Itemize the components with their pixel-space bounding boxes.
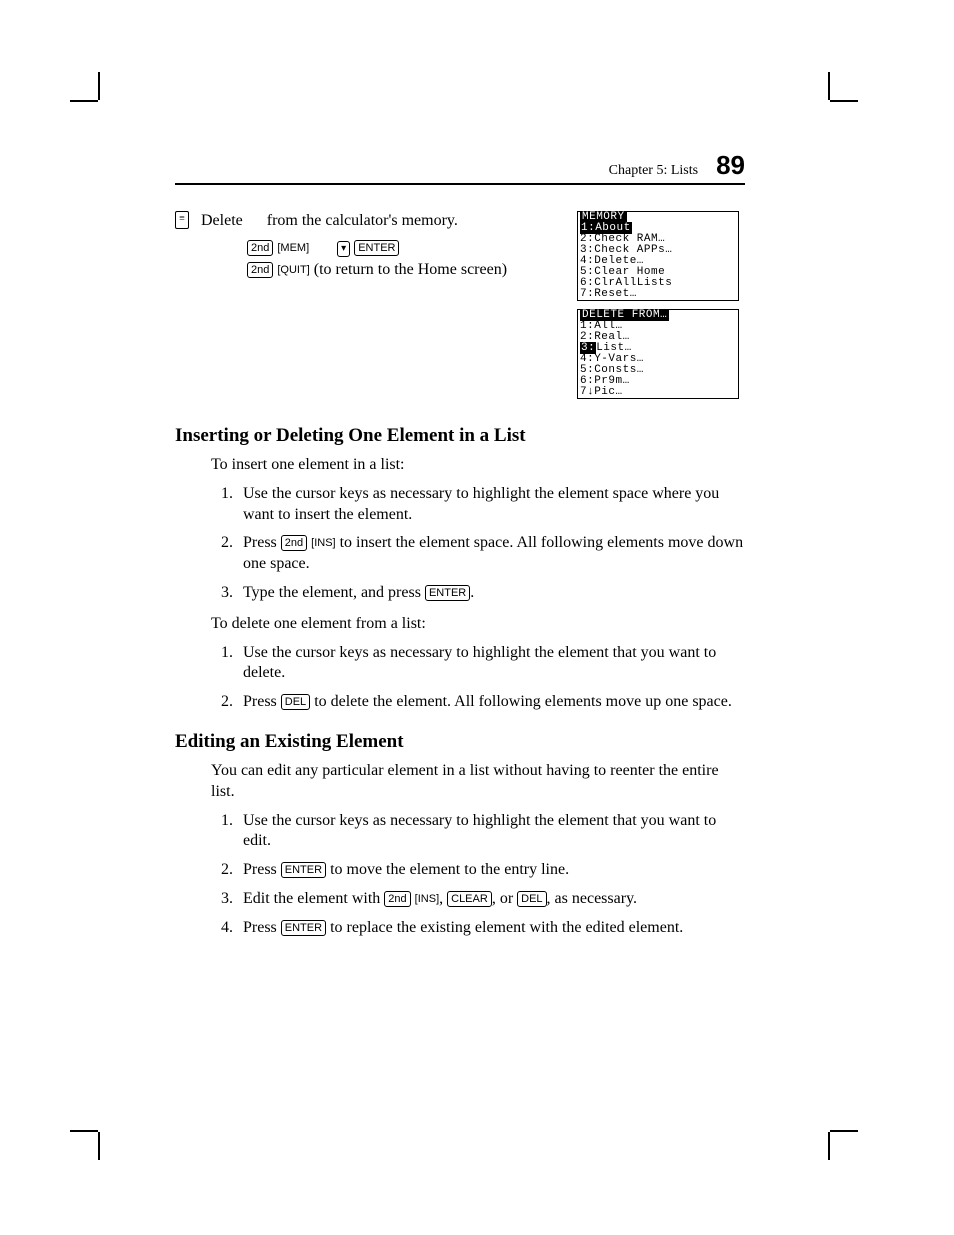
fn-ins: [INS] [311,537,335,549]
text: Use the cursor keys as necessary to high… [243,485,719,523]
screen-delete-from: DELETE FROM…1:All…2:Real…3:List…4:Y-Vars… [577,309,739,399]
list-item: Press 2nd [INS] to insert the element sp… [237,533,745,575]
top-block: Delete from the calculator's memory. 2nd… [175,211,745,407]
insert-lead: To insert one element in a list: [211,455,745,476]
text: Use the cursor keys as necessary to high… [243,812,716,850]
screen-memory: MEMORY1:About2:Check RAM…3:Check APPs…4:… [577,211,739,301]
text: , [439,890,447,907]
list-item: Press ENTER to move the element to the e… [237,860,745,881]
list-item: Press ENTER to replace the existing elem… [237,918,745,939]
crop-mark [70,100,98,102]
text: Press [243,919,281,936]
fn-mem: [MEM] [277,242,309,254]
delete-instruction: Delete from the calculator's memory. [201,211,461,231]
key-2nd: 2nd [247,240,273,256]
crop-mark [98,1132,100,1160]
heading-editing: Editing an Existing Element [175,731,745,753]
calculator-screens: MEMORY1:About2:Check RAM…3:Check APPs…4:… [577,211,745,407]
text: , as necessary. [547,890,637,907]
key-enter: ENTER [281,920,326,936]
crop-mark [830,100,858,102]
delete-steps: Use the cursor keys as necessary to high… [211,643,745,713]
text: Press [243,693,281,710]
list-item: Press DEL to delete the element. All fol… [237,692,745,713]
edit-lead: You can edit any particular element in a… [211,761,745,803]
crop-mark [70,1130,98,1132]
key-2nd: 2nd [247,262,273,278]
edit-steps: Use the cursor keys as necessary to high… [211,811,745,939]
key-clear: CLEAR [447,891,492,907]
text: Use the cursor keys as necessary to high… [243,644,716,682]
key-sequence-2: 2nd [QUIT] (to return to the Home screen… [247,259,565,281]
top-left-column: Delete from the calculator's memory. 2nd… [175,211,577,280]
section-insert: To insert one element in a list: Use the… [211,455,745,713]
text: to move the element to the entry line. [326,861,569,878]
key-sequence-1: 2nd [MEM] ▾ ENTER [247,237,565,259]
fn-ins: [INS] [415,893,439,905]
text: . [470,584,474,601]
list-item: Use the cursor keys as necessary to high… [237,484,745,526]
list-item: Type the element, and press ENTER. [237,583,745,604]
text: Edit the element with [243,890,384,907]
key-enter: ENTER [425,585,470,601]
list-item: Edit the element with 2nd [INS], CLEAR, … [237,889,745,910]
margin-note-icon [175,211,189,229]
text: Press [243,534,281,551]
crop-mark [828,72,830,100]
page-content: Chapter 5: Lists 89 Delete from the calc… [175,150,745,949]
text: , or [492,890,517,907]
page-number: 89 [716,150,745,180]
heading-insert-delete: Inserting or Deleting One Element in a L… [175,425,745,447]
insert-steps: Use the cursor keys as necessary to high… [211,484,745,604]
key-2nd: 2nd [281,535,307,551]
key-del: DEL [517,891,546,907]
key-2nd: 2nd [384,891,410,907]
text: (to return to the Home screen) [310,261,507,278]
crop-mark [98,72,100,100]
text: to replace the existing element with the… [326,919,683,936]
list-item: Use the cursor keys as necessary to high… [237,811,745,853]
list-item: Use the cursor keys as necessary to high… [237,643,745,685]
page-header: Chapter 5: Lists 89 [175,150,745,185]
delete-lead: To delete one element from a list: [211,614,745,635]
section-edit: You can edit any particular element in a… [211,761,745,939]
crop-mark [830,1130,858,1132]
text: to delete the element. All following ele… [310,693,732,710]
key-enter: ENTER [354,240,399,256]
text: Press [243,861,281,878]
fn-quit: [QUIT] [277,264,309,276]
crop-mark [828,1132,830,1160]
key-del: DEL [281,694,310,710]
chapter-label: Chapter 5: Lists [609,163,698,178]
text: Type the element, and press [243,584,425,601]
key-down: ▾ [337,241,350,257]
text: from the calculator's memory. [267,212,458,229]
text: Delete [201,212,243,229]
key-enter: ENTER [281,862,326,878]
